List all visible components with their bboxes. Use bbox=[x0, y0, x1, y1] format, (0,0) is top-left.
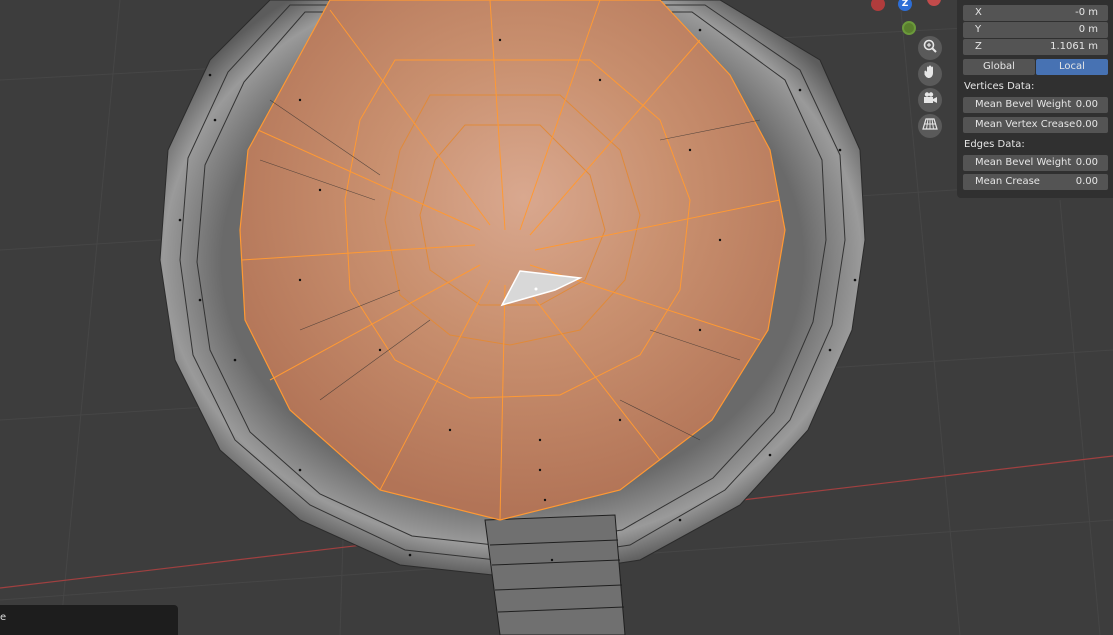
hand-pan-icon bbox=[922, 64, 938, 84]
zoom-button[interactable] bbox=[918, 36, 942, 60]
mean-crease-value: 0.00 bbox=[1075, 176, 1098, 187]
transform-y-field[interactable]: Y 0 m bbox=[963, 22, 1108, 38]
transform-z-field[interactable]: Z 1.1061 m bbox=[963, 39, 1108, 55]
mesh-handle bbox=[484, 514, 626, 635]
camera-view-button[interactable] bbox=[918, 88, 942, 112]
transform-y-value: 0 m bbox=[1078, 24, 1098, 35]
mean-vertex-crease-field[interactable]: Mean Vertex Crease 0.00 bbox=[963, 117, 1108, 133]
operator-panel[interactable]: e bbox=[0, 605, 178, 635]
item-properties-panel: X -0 m Y 0 m Z 1.1061 m Global Local Ver… bbox=[957, 0, 1113, 198]
edge-mean-bevel-weight-label: Mean Bevel Weight bbox=[975, 157, 1072, 168]
transform-y-label: Y bbox=[975, 24, 982, 35]
transform-x-value: -0 m bbox=[1075, 7, 1098, 18]
transform-z-label: Z bbox=[975, 41, 982, 52]
grid-perspective-icon bbox=[922, 116, 938, 136]
pan-button[interactable] bbox=[918, 62, 942, 86]
vertices-data-heading: Vertices Data: bbox=[964, 81, 1035, 92]
edges-data-heading: Edges Data: bbox=[964, 139, 1025, 150]
3d-viewport[interactable] bbox=[0, 0, 1113, 635]
mean-vertex-crease-value: 0.00 bbox=[1075, 119, 1098, 130]
transform-x-field[interactable]: X -0 m bbox=[963, 5, 1108, 21]
local-toggle-button[interactable]: Local bbox=[1036, 59, 1108, 75]
transform-z-value: 1.1061 m bbox=[1050, 41, 1098, 52]
operator-panel-label: e bbox=[0, 612, 7, 623]
y-axis-negative-dot[interactable] bbox=[902, 21, 916, 35]
mean-crease-field[interactable]: Mean Crease 0.00 bbox=[963, 174, 1108, 190]
edge-mean-bevel-weight-value: 0.00 bbox=[1075, 157, 1098, 168]
perspective-toggle-button[interactable] bbox=[918, 114, 942, 138]
vertex-mean-bevel-weight-field[interactable]: Mean Bevel Weight 0.00 bbox=[963, 97, 1108, 113]
vertex-mean-bevel-weight-label: Mean Bevel Weight bbox=[975, 99, 1072, 110]
zoom-icon bbox=[922, 38, 938, 58]
mean-crease-label: Mean Crease bbox=[975, 176, 1040, 187]
global-toggle-button[interactable]: Global bbox=[963, 59, 1035, 75]
vertex-mean-bevel-weight-value: 0.00 bbox=[1075, 99, 1098, 110]
mean-vertex-crease-label: Mean Vertex Crease bbox=[975, 119, 1076, 130]
edge-mean-bevel-weight-field[interactable]: Mean Bevel Weight 0.00 bbox=[963, 155, 1108, 171]
camera-icon bbox=[922, 90, 938, 110]
transform-x-label: X bbox=[975, 7, 982, 18]
